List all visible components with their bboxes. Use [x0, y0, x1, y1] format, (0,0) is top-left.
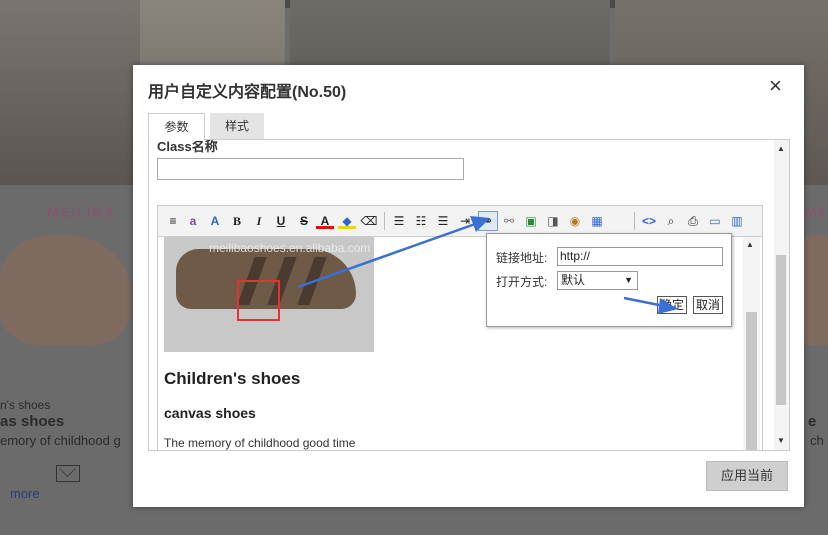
ok-button[interactable]: 确定 [657, 296, 688, 314]
bg-sandal-image [0, 235, 130, 345]
bg-brand-left: MEILIBA [47, 204, 116, 221]
preview-icon[interactable]: ⌕ [662, 212, 680, 230]
font-family-icon[interactable]: A [206, 212, 224, 230]
dialog-title: 用户自定义内容配置(No.50) [148, 84, 347, 101]
toolbar-separator [384, 212, 385, 230]
italic-icon[interactable]: I [250, 212, 268, 230]
image-icon[interactable]: ▣ [522, 212, 540, 230]
close-icon[interactable]: × [769, 73, 782, 99]
cancel-button[interactable]: 取消 [693, 296, 724, 314]
toolbar-separator [634, 212, 635, 230]
indent-icon[interactable]: ⇥ [456, 212, 474, 230]
bold-icon[interactable]: B [228, 212, 246, 230]
link-popup: 链接地址: http:// 打开方式: 默认 ▼ 确定 取消 [486, 233, 732, 327]
select-all-icon[interactable]: ▭ [706, 212, 724, 230]
line-height-icon[interactable]: ≡ [164, 212, 182, 230]
background-color-icon[interactable]: ◆ [338, 212, 356, 229]
print-icon[interactable]: ⎙ [684, 212, 702, 230]
ordered-list-icon[interactable]: ☷ [412, 212, 430, 230]
highlight-box [237, 280, 280, 321]
unlink-icon[interactable]: ⚯ [500, 212, 518, 230]
open-mode-select[interactable]: 默认 ▼ [557, 271, 638, 290]
tab-params[interactable]: 参数 [148, 113, 205, 141]
link-icon[interactable]: ⚭ [478, 211, 498, 231]
fullscreen-icon[interactable]: ▥ [728, 212, 746, 230]
bg-caption-small: n's shoes [0, 398, 51, 412]
source-icon[interactable]: <> [640, 212, 658, 230]
bg-caption-big: as shoes [0, 413, 65, 430]
shoe-image: meilibaoshoes.en.alibaba.com [164, 237, 374, 352]
scroll-down-icon[interactable]: ▼ [777, 436, 785, 445]
unordered-list-icon[interactable]: ☰ [434, 212, 452, 230]
bg-caption-right-big: e [808, 413, 817, 430]
bg-caption-right-line: ch [810, 433, 824, 448]
url-input[interactable]: http:// [557, 247, 723, 266]
eraser-icon[interactable]: ⌫ [360, 212, 378, 230]
underline-icon[interactable]: U [272, 212, 290, 230]
shoe-strap [297, 257, 327, 305]
bg-banner-photo-1 [0, 0, 140, 185]
media-icon[interactable]: ◉ [566, 212, 584, 230]
url-label: 链接地址: [496, 251, 548, 265]
strikethrough-icon[interactable]: S [295, 212, 313, 230]
editor-scroll-thumb[interactable] [746, 312, 757, 450]
flash-icon[interactable]: ◨ [544, 212, 562, 230]
spellcheck-icon[interactable]: a [184, 212, 202, 230]
more-link[interactable]: more [10, 486, 40, 501]
content-subheading: canvas shoes [164, 405, 256, 421]
apply-current-button[interactable]: 应用当前 [706, 461, 788, 491]
content-paragraph: The memory of childhood good time [164, 436, 356, 450]
font-color-icon[interactable]: A [316, 212, 334, 229]
scroll-up-icon[interactable]: ▲ [777, 144, 785, 153]
tab-style[interactable]: 样式 [210, 113, 264, 139]
content-heading: Children's shoes [164, 369, 301, 388]
table-icon[interactable]: ▦ [588, 212, 606, 230]
align-left-icon[interactable]: ☰ [390, 212, 408, 230]
class-name-input[interactable] [157, 158, 464, 180]
bg-caption-line: emory of childhood g [0, 433, 121, 448]
class-name-label: Class名称 [157, 139, 218, 154]
open-mode-value: 默认 [561, 273, 586, 287]
scroll-up-icon[interactable]: ▲ [746, 240, 754, 249]
dropdown-arrow-icon: ▼ [624, 275, 633, 285]
bg-brand-right: ME [804, 204, 828, 221]
image-watermark: meilibaoshoes.en.alibaba.com [209, 241, 371, 255]
editor-scrollbar[interactable]: ▲ [743, 237, 760, 450]
pane-scrollbar[interactable]: ▲ ▼ [774, 140, 789, 450]
open-mode-label: 打开方式: [496, 275, 548, 289]
pane-scroll-thumb[interactable] [776, 255, 786, 405]
mail-icon[interactable] [56, 465, 80, 482]
